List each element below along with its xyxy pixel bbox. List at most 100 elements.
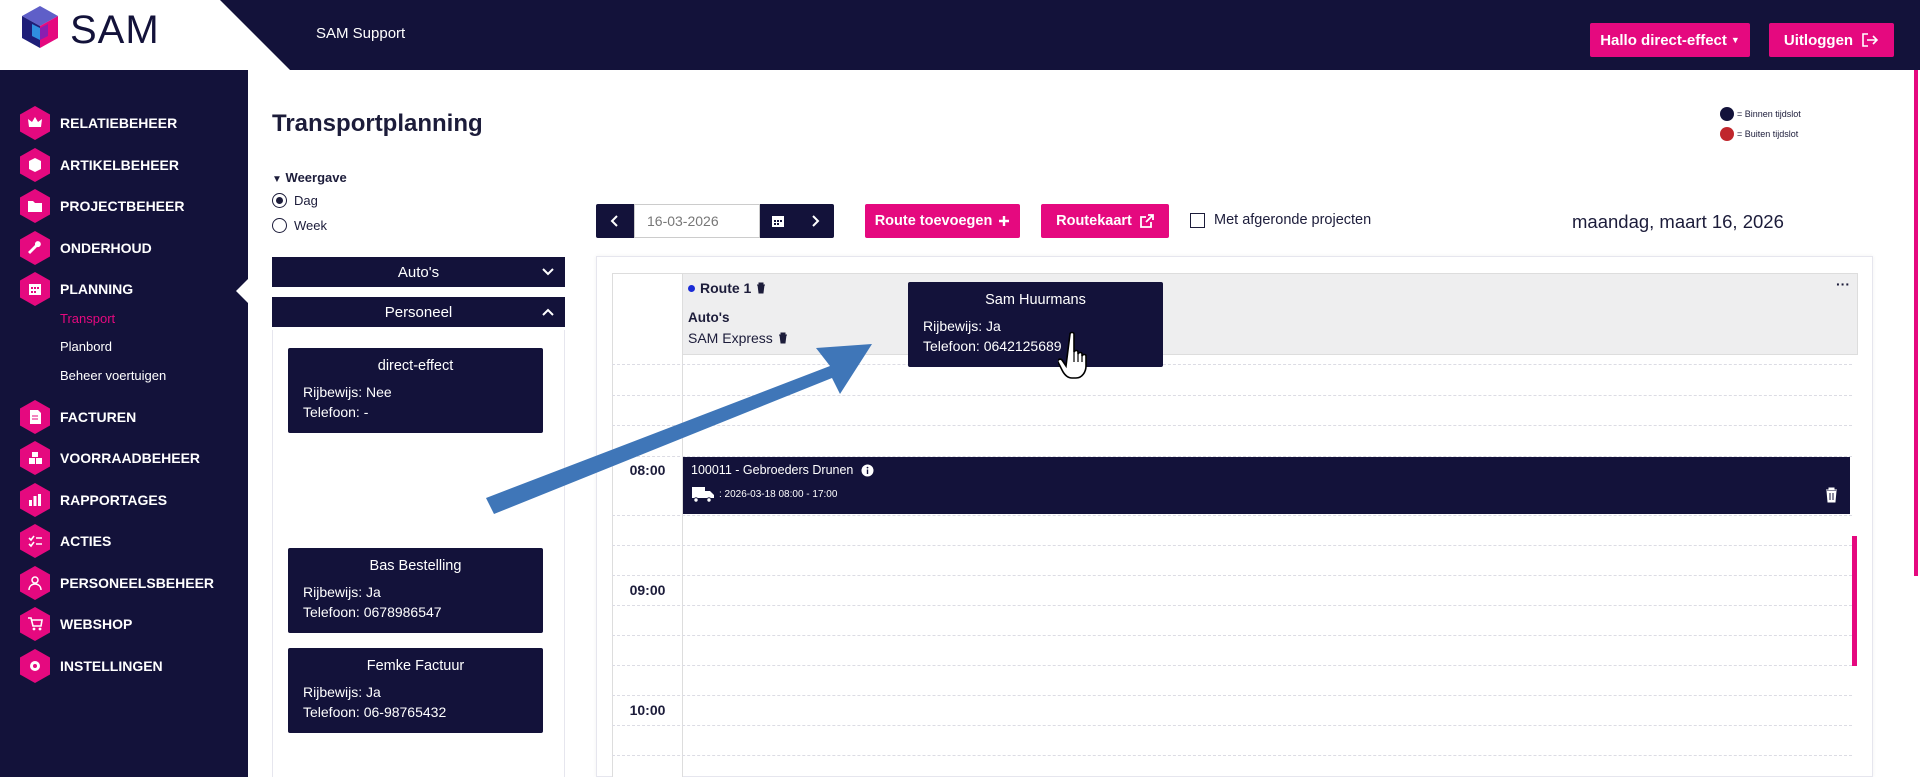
radio-day-indicator[interactable]: [272, 193, 287, 208]
sidebar-item-instellingen[interactable]: INSTELLINGEN: [20, 649, 163, 683]
logo[interactable]: SAM: [0, 0, 290, 96]
accordion-cars[interactable]: Auto's: [272, 257, 565, 287]
trash-icon[interactable]: [756, 282, 766, 294]
route-title[interactable]: Route 1: [688, 280, 766, 296]
sidebar-item-facturen[interactable]: FACTUREN: [20, 400, 136, 434]
view-title-label: Weergave: [285, 170, 347, 185]
staff-phone: Telefoon: 06-98765432: [303, 704, 447, 720]
sidebar-item-rapportages[interactable]: RAPPORTAGES: [20, 483, 167, 517]
sidebar-item-webshop[interactable]: WEBSHOP: [20, 607, 132, 641]
sidebar-item-label: VOORRAADBEHEER: [60, 450, 201, 466]
time-label: 10:00: [629, 702, 666, 718]
sidebar-item-label: INSTELLINGEN: [60, 658, 163, 674]
boxes-icon: [20, 441, 50, 475]
sidebar-item-label: FACTUREN: [60, 409, 137, 425]
accordion-staff[interactable]: Personeel: [272, 297, 565, 327]
user-icon: [20, 566, 50, 600]
staff-name: Femke Factuur: [366, 658, 465, 674]
caret-down-icon: ▼: [1730, 35, 1740, 45]
view-title[interactable]: ▼ Weergave: [272, 170, 347, 185]
box-icon: [20, 148, 50, 182]
support-link[interactable]: SAM Support: [316, 25, 405, 42]
current-date: maandag, maart 16, 2026: [1572, 211, 1784, 232]
sidebar-item-label: ONDERHOUD: [60, 240, 152, 256]
sidebar-item-label: PERSONEELSBEHEER: [60, 575, 215, 591]
logo-text: SAM: [70, 8, 160, 52]
completed-projects-label: Met afgeronde projecten: [1214, 212, 1372, 228]
radio-day[interactable]: Dag: [272, 193, 318, 208]
staff-license: Rijbewijs: Ja: [303, 584, 381, 600]
completed-projects-box[interactable]: [1190, 212, 1205, 228]
logout-label: Uitloggen: [1783, 31, 1854, 49]
chevron-down-icon: [542, 268, 554, 276]
route-color-dot: [688, 284, 695, 292]
calendar-scrollbar[interactable]: [1852, 536, 1857, 666]
dragged-staff-card[interactable]: Sam Huurmans Rijbewijs: Ja Telefoon: 064…: [908, 282, 1163, 367]
outside-dot: [1720, 127, 1734, 141]
invoice-icon: [20, 400, 50, 434]
legend: = Binnen tijdslot = Buiten tijdslot: [1720, 104, 1801, 144]
radio-day-label: Dag: [294, 193, 318, 208]
page-scrollbar[interactable]: [1914, 70, 1918, 576]
plus-icon: [999, 216, 1010, 226]
page-title: Transportplanning: [272, 110, 483, 137]
drag-arrow-icon: [486, 344, 872, 514]
hand-cursor-icon: [1058, 331, 1087, 379]
trash-icon[interactable]: [1825, 487, 1838, 503]
add-route-button[interactable]: Route toevoegen: [865, 204, 1020, 238]
wrench-icon: [20, 231, 50, 265]
time-label: 09:00: [629, 582, 666, 598]
grid-line: [612, 725, 1852, 726]
sidebar-item-label: PLANNING: [60, 281, 134, 297]
sidebar-item-label: WEBSHOP: [60, 616, 133, 632]
next-day-button[interactable]: [796, 204, 834, 238]
grid-line: [612, 605, 1852, 606]
user-menu-button[interactable]: Hallo direct-effect ▼: [1590, 23, 1750, 57]
autos-title: Auto's: [688, 310, 730, 325]
bar-chart-icon: [20, 483, 50, 517]
triangle-down-icon: ▼: [272, 174, 282, 185]
grid-line: [612, 695, 1852, 696]
accordion-staff-label: Personeel: [384, 303, 453, 321]
logout-button[interactable]: Uitloggen: [1769, 23, 1894, 57]
chevron-right-icon: [812, 215, 820, 227]
staff-card[interactable]: Femke Factuur Rijbewijs: Ja Telefoon: 06…: [288, 648, 543, 733]
subnav-transport[interactable]: Transport: [60, 311, 115, 326]
legend-outside: = Buiten tijdslot: [1737, 129, 1799, 139]
subnav-planbord[interactable]: Planbord: [60, 339, 112, 354]
sidebar-item-onderhoud[interactable]: ONDERHOUD: [20, 231, 152, 265]
calendar-button[interactable]: [760, 204, 796, 238]
staff-phone: Telefoon: 0642125689: [923, 338, 1062, 354]
accordion-cars-label: Auto's: [397, 263, 440, 281]
radio-week-indicator[interactable]: [272, 218, 287, 233]
sidebar-item-label: PROJECTBEHEER: [60, 198, 185, 214]
cart-icon: [20, 607, 50, 641]
subnav-beheer-voertuigen[interactable]: Beheer voertuigen: [60, 368, 166, 383]
external-link-icon: [1139, 214, 1154, 228]
sidebar-item-planning[interactable]: PLANNING: [20, 272, 133, 306]
date-input[interactable]: 16-03-2026: [634, 204, 760, 238]
chevron-up-icon: [542, 308, 554, 316]
sidebar-item-voorraadbeheer[interactable]: VOORRAADBEHEER: [20, 441, 200, 475]
route-title-label: Route 1: [700, 280, 752, 296]
more-options-button[interactable]: ···: [1836, 276, 1850, 292]
radio-week[interactable]: Week: [272, 218, 327, 233]
sidebar-item-artikelbeheer[interactable]: ARTIKELBEHEER: [20, 148, 179, 182]
sidebar-item-projectbeheer[interactable]: PROJECTBEHEER: [20, 189, 184, 223]
route-map-button[interactable]: Routekaart: [1041, 204, 1169, 238]
sidebar-item-personeelsbeheer[interactable]: PERSONEELSBEHEER: [20, 566, 214, 600]
sidebar-item-label: ARTIKELBEHEER: [60, 157, 180, 173]
staff-name: Bas Bestelling: [369, 558, 462, 574]
gear-icon: [20, 649, 50, 683]
sidebar-item-relatiebeheer[interactable]: RELATIEBEHEER: [20, 106, 177, 140]
active-pointer: [236, 279, 248, 303]
sidebar-item-acties[interactable]: ACTIES: [20, 524, 111, 558]
prev-day-button[interactable]: [596, 204, 634, 238]
grid-line: [612, 575, 1852, 576]
radio-week-label: Week: [294, 218, 327, 233]
staff-card[interactable]: Bas Bestelling Rijbewijs: Ja Telefoon: 0…: [288, 548, 543, 633]
inside-dot: [1720, 107, 1734, 121]
chevron-left-icon: [610, 215, 618, 227]
legend-inside: = Binnen tijdslot: [1737, 109, 1801, 119]
completed-projects-checkbox[interactable]: Met afgeronde projecten: [1190, 212, 1371, 228]
